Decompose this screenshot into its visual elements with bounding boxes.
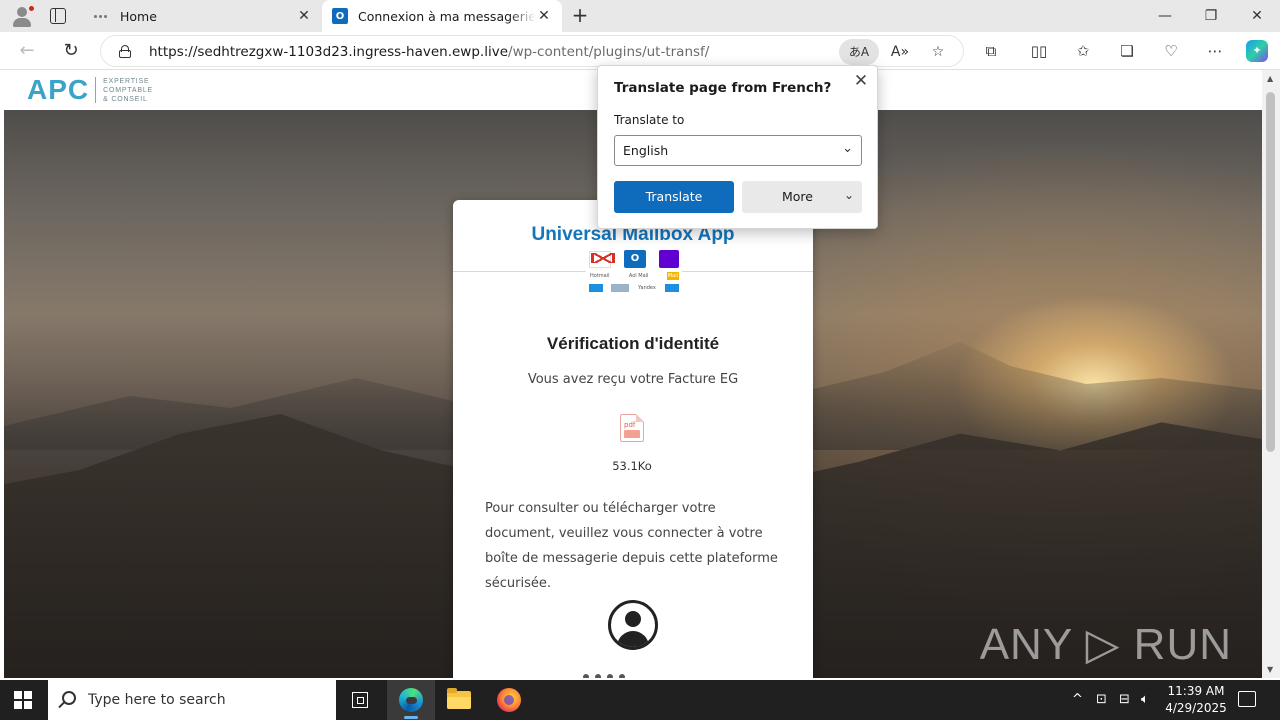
search-placeholder: Type here to search: [88, 692, 226, 708]
mail-blue-icon: [589, 284, 603, 292]
invoice-notice: Vous avez reçu votre Facture EG: [527, 372, 739, 387]
chevron-down-icon: ⌄: [842, 141, 853, 156]
aol-mail-logo: Aol Mail: [628, 273, 649, 279]
maximize-button[interactable]: ❐: [1188, 0, 1234, 32]
tab-mailbox-login[interactable]: O Connexion à ma messagerie - Universal …: [322, 0, 562, 32]
lock-icon[interactable]: [119, 45, 131, 58]
task-view-icon: [352, 692, 368, 708]
extensions-icon[interactable]: ⧉: [978, 39, 1004, 63]
copilot-icon[interactable]: ✦: [1246, 40, 1268, 62]
taskbar-edge[interactable]: [387, 680, 435, 720]
scroll-down-icon[interactable]: ▼: [1267, 665, 1273, 674]
firefox-icon: [497, 688, 521, 712]
close-icon[interactable]: ✕: [852, 72, 870, 90]
chevron-up-icon[interactable]: ^: [1072, 692, 1083, 707]
site-logo[interactable]: APC EXPERTISE COMPTABLE & CONSEIL: [27, 76, 153, 104]
translate-button[interactable]: Translate: [614, 181, 734, 213]
back-button[interactable]: ←: [12, 36, 42, 66]
new-tab-button[interactable]: +: [570, 5, 590, 25]
collections-icon[interactable]: ❏: [1114, 39, 1140, 63]
browser-essentials-icon[interactable]: ♡: [1158, 39, 1184, 63]
close-window-button[interactable]: ✕: [1234, 0, 1280, 32]
logo-tagline: EXPERTISE COMPTABLE & CONSEIL: [103, 77, 153, 103]
volume-icon[interactable]: 🔈︎: [1141, 692, 1149, 707]
url-path: /wp-content/plugins/ut-transf/: [508, 44, 710, 60]
translate-popup-title: Translate page from French?: [614, 80, 832, 96]
minimize-button[interactable]: —: [1142, 0, 1188, 32]
language-select[interactable]: English ⌄: [614, 135, 862, 166]
favorite-star-icon[interactable]: ☆: [925, 39, 951, 65]
settings-more-icon[interactable]: ⋯: [1202, 39, 1228, 63]
address-bar[interactable]: https://sedhtrezgxw-1103d23.ingress-have…: [100, 35, 964, 67]
chevron-down-icon: ⌄: [843, 188, 854, 202]
tab-title: Connexion à ma messagerie - Universal Ma…: [358, 8, 536, 24]
tab-title: Home: [120, 8, 157, 24]
scroll-up-icon[interactable]: ▲: [1267, 74, 1273, 83]
search-icon: [62, 691, 76, 705]
outlook-icon: O: [624, 250, 646, 268]
mail-logo: Mail: [666, 272, 679, 280]
windows-taskbar: Type here to search ^ ⊡ ⊟ 🔈︎ 11:39 AM 4/…: [0, 680, 1280, 720]
close-tab-icon[interactable]: ✕: [296, 8, 312, 24]
translate-to-label: Translate to: [614, 113, 685, 127]
more-button[interactable]: More ⌄: [742, 181, 862, 213]
network-icon[interactable]: ⊟: [1119, 692, 1130, 707]
folder-icon: [447, 688, 471, 709]
clock-time: 11:39 AM: [1167, 684, 1225, 698]
login-card: Universal Mailbox App O Hotmail Aol Mail…: [453, 200, 813, 678]
file-size: 53.1Ko: [612, 459, 652, 473]
user-avatar-icon: [608, 600, 658, 650]
cut-off-text: [583, 668, 683, 678]
selected-language: English: [623, 143, 669, 158]
anyrun-watermark: ANY ▷ RUN: [979, 620, 1232, 669]
start-button[interactable]: [14, 691, 32, 709]
yandex-logo: Yandex: [638, 285, 656, 291]
tab-strip: Home ✕ O Connexion à ma messagerie - Uni…: [0, 0, 1280, 32]
verification-heading: Vérification d'identité: [546, 334, 720, 353]
more-button-label: More: [782, 189, 813, 204]
taskbar-firefox[interactable]: [485, 680, 533, 720]
mail-alt-icon: [664, 284, 679, 292]
outlook-icon: O: [332, 8, 348, 24]
tab-home[interactable]: Home ✕: [84, 0, 322, 32]
scroll-thumb[interactable]: [1266, 92, 1275, 452]
webmail-icon: [611, 284, 630, 292]
hotmail-logo: Hotmail: [590, 273, 610, 279]
meet-now-icon[interactable]: ⊡: [1096, 692, 1107, 707]
system-clock[interactable]: 11:39 AM 4/29/2025: [1160, 683, 1232, 717]
logo-mark: APC: [27, 74, 90, 105]
notification-icon[interactable]: [1238, 691, 1256, 707]
page-scrollbar[interactable]: ▲ ▼: [1262, 70, 1280, 678]
taskbar-file-explorer[interactable]: [435, 680, 483, 720]
split-screen-icon[interactable]: ▯▯: [1026, 39, 1052, 63]
refresh-button[interactable]: ↻: [56, 36, 86, 66]
mail-providers-logos: O Hotmail Aol Mail Mail Yandex: [586, 246, 682, 308]
taskbar-search[interactable]: Type here to search: [48, 680, 336, 720]
url-host: https://sedhtrezgxw-1103d23.ingress-have…: [149, 44, 509, 60]
translate-popup: Translate page from French? ✕ Translate …: [597, 65, 878, 229]
tab-actions-icon[interactable]: [50, 8, 66, 24]
profile-icon[interactable]: [10, 4, 35, 28]
clock-date: 4/29/2025: [1165, 701, 1227, 715]
read-aloud-icon[interactable]: A»: [887, 39, 913, 65]
gmail-icon: [589, 250, 615, 268]
pdf-file-icon[interactable]: pdf: [620, 414, 644, 442]
instructions-text: Pour consulter ou télécharger votre docu…: [485, 501, 778, 591]
close-tab-icon[interactable]: ✕: [536, 8, 552, 24]
edge-icon: [399, 688, 423, 712]
favorites-icon[interactable]: ✩: [1070, 39, 1096, 63]
url-text[interactable]: https://sedhtrezgxw-1103d23.ingress-have…: [149, 44, 709, 60]
translate-icon[interactable]: あA: [839, 39, 879, 65]
task-view-button[interactable]: [336, 680, 384, 720]
dots-icon: [94, 8, 110, 24]
yahoo-mail-icon: [659, 250, 679, 268]
